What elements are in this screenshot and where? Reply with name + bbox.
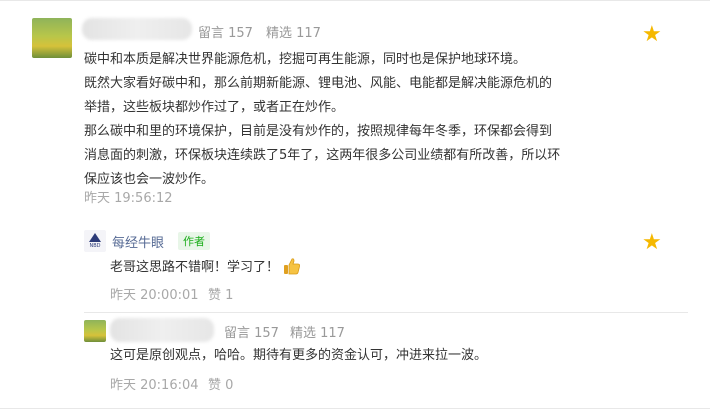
comment-line: 碳中和本质是解决世界能源危机，挖掘可再生能源，同时也是保护地球环境。 <box>84 52 527 67</box>
author-badge: 作者 <box>178 232 210 250</box>
thumbs-up-icon <box>283 257 301 275</box>
author-avatar[interactable]: NBD <box>84 230 106 252</box>
comment-line: 那么碳中和里的环境保护，目前是没有炒作的，按照规律每年冬季，环保都会得到 <box>84 124 553 139</box>
commenter-message-count: 留言 157 <box>198 26 253 41</box>
commenter-name-blurred <box>82 18 192 40</box>
author-logo-icon <box>89 233 101 242</box>
replier-name-blurred <box>110 318 214 342</box>
comment-line: 举措，这些板块都炒作过了，或者正在炒作。 <box>84 100 345 115</box>
reply-body: 老哥这思路不错啊！学习了！ <box>110 256 301 280</box>
star-icon[interactable]: ★ <box>642 232 662 254</box>
like-count[interactable]: 赞 1 <box>208 284 233 303</box>
reply-timestamp: 昨天 20:16:04 <box>110 378 199 393</box>
reply-text: 老哥这思路不错啊！学习了！ <box>110 260 280 275</box>
commenter-featured-count: 精选 117 <box>266 26 321 41</box>
author-name[interactable]: 每经牛眼 <box>112 232 164 251</box>
reply-body: 这可是原创观点，哈哈。期待有更多的资金认可，冲进来拉一波。 <box>110 348 488 363</box>
top-divider <box>0 0 710 1</box>
commenter-avatar[interactable] <box>32 18 72 58</box>
bottom-divider <box>0 408 710 409</box>
reply-divider <box>84 312 688 313</box>
comment-timestamp: 昨天 19:56:12 <box>84 191 173 206</box>
comment-body: 碳中和本质是解决世界能源危机，挖掘可再生能源，同时也是保护地球环境。 既然大家看… <box>84 48 624 192</box>
replier-message-count: 留言 157 <box>224 326 279 341</box>
comment-line: 消息面的刺激，环保板块连续跌了5年了，这两年很多公司业绩都有所改善，所以环 <box>84 148 561 163</box>
replier-avatar[interactable] <box>84 320 106 342</box>
author-logo-text: NBD <box>89 243 101 249</box>
comment-line: 既然大家看好碳中和，那么前期新能源、锂电池、风能、电能都是解决能源危机的 <box>84 76 553 91</box>
replier-featured-count: 精选 117 <box>290 326 345 341</box>
star-icon[interactable]: ★ <box>642 24 662 46</box>
reply-timestamp: 昨天 20:00:01 <box>110 288 199 303</box>
like-count[interactable]: 赞 0 <box>208 374 233 393</box>
